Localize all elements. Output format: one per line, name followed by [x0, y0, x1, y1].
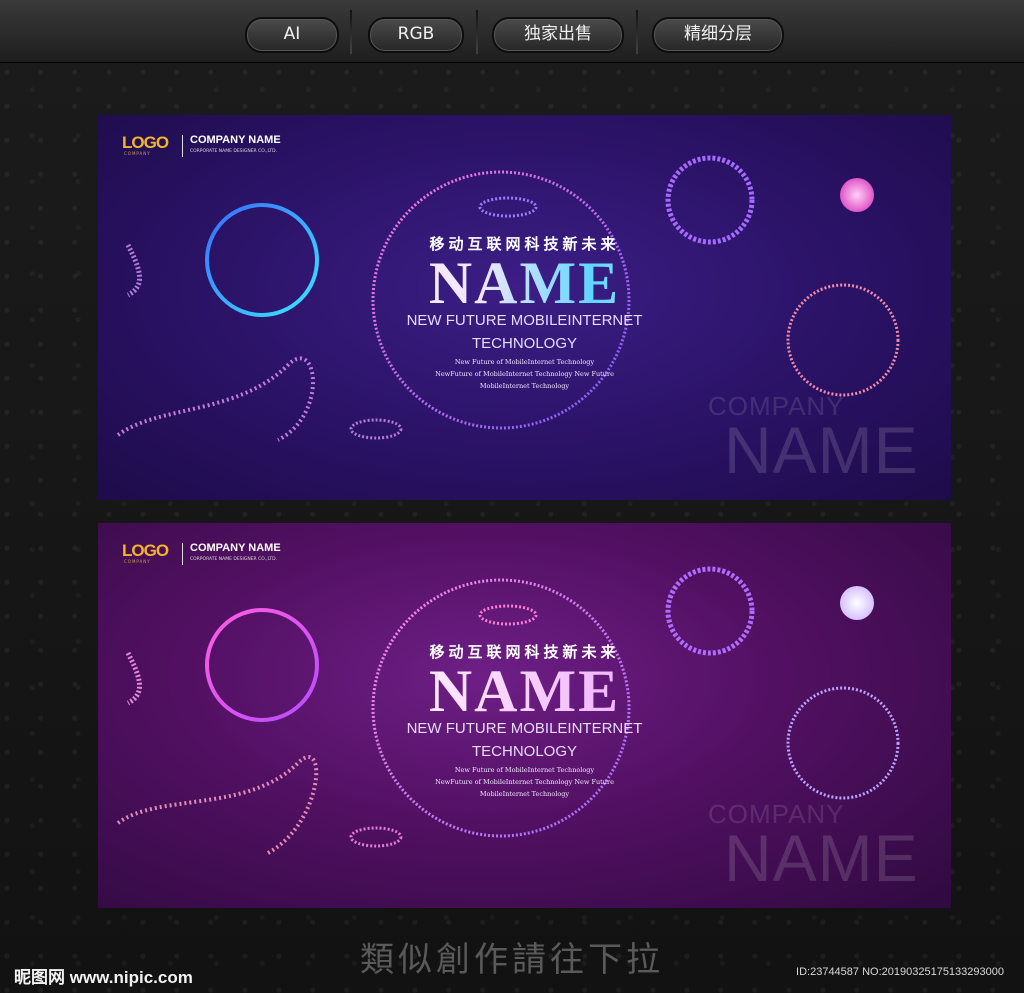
small-caption-1: New Future of MobileInternet Technology [454, 766, 595, 774]
logo-wordmark: LOGO [122, 133, 169, 152]
site-watermark[interactable]: 昵图网 www.nipic.com [14, 963, 193, 988]
watermark-name: NAME [724, 413, 919, 487]
banner-preview-magenta[interactable]: LOGO COMPANY COMPANY NAME CORPORATE NAME… [98, 523, 951, 908]
tagline-line-1: NEW FUTURE MOBILEINTERNET [406, 312, 643, 329]
tagline-line-2: TECHNOLOGY [471, 335, 577, 352]
toolbar-divider [350, 10, 352, 54]
toolbar-divider [636, 10, 638, 54]
ai-format-button[interactable]: AI [245, 17, 339, 53]
small-caption-2: NewFuture of MobileInternet Technology N… [435, 370, 614, 378]
banner-preview-blue[interactable]: LOGO COMPANY COMPANY NAME CORPORATE NAME… [98, 115, 951, 500]
top-toolbar: AI RGB 独家出售 精细分层 [0, 0, 1024, 63]
logo-divider [182, 135, 183, 157]
logo-tagline: COMPANY [124, 559, 151, 564]
image-id-label: ID:23744587 NO:20190325175133293000 [796, 966, 1004, 978]
logo-wordmark: LOGO [122, 541, 169, 560]
watermark-name: NAME [724, 821, 919, 895]
exclusive-sale-button[interactable]: 独家出售 [492, 17, 624, 53]
main-name-title: NAME [98, 659, 951, 723]
tagline-line-2: TECHNOLOGY [471, 743, 577, 760]
company-name: COMPANY NAME [190, 542, 281, 554]
rgb-mode-button[interactable]: RGB [368, 17, 464, 53]
logo-tagline: COMPANY [124, 151, 151, 156]
small-caption-1: New Future of MobileInternet Technology [454, 358, 595, 366]
company-subtitle: CORPORATE NAME DESIGNER CO.,LTD. [190, 149, 278, 154]
small-caption-2: NewFuture of MobileInternet Technology N… [435, 778, 614, 786]
tagline-line-1: NEW FUTURE MOBILEINTERNET [406, 720, 643, 737]
company-name: COMPANY NAME [190, 134, 281, 146]
main-name-title: NAME [98, 251, 951, 315]
toolbar-divider [476, 10, 478, 54]
company-subtitle: CORPORATE NAME DESIGNER CO.,LTD. [190, 557, 278, 562]
logo-divider [182, 543, 183, 565]
fine-layers-button[interactable]: 精细分层 [652, 17, 784, 53]
